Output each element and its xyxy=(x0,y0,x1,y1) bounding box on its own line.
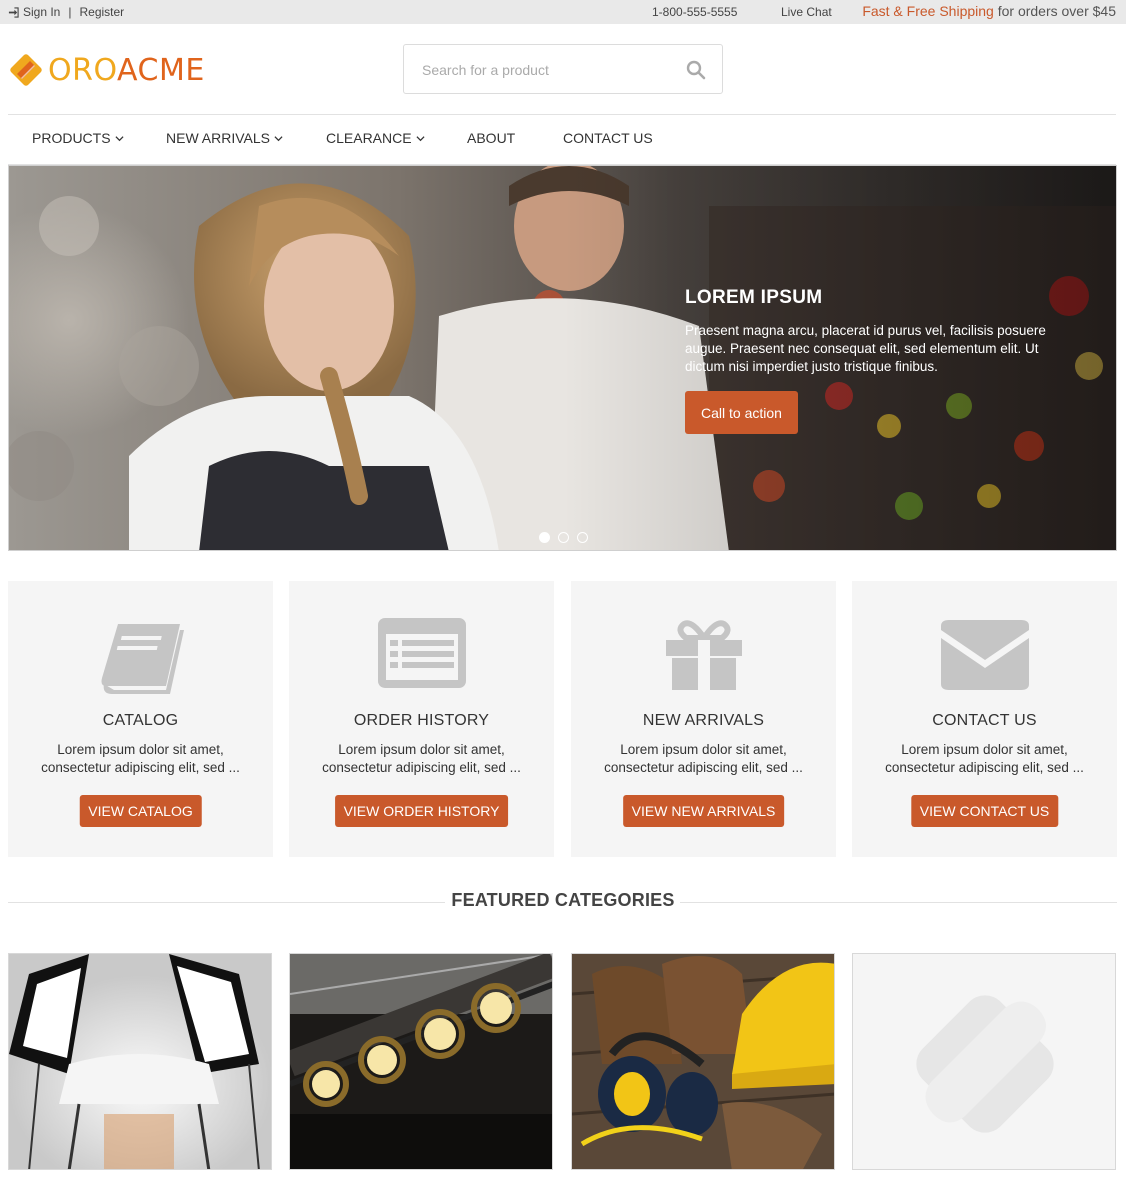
category-placeholder[interactable] xyxy=(852,953,1116,1170)
category-photo-studio[interactable] xyxy=(8,953,272,1170)
nav-item-new-arrivals[interactable]: NEW ARRIVALS xyxy=(166,130,283,146)
card-description: Lorem ipsum dolor sit amet, consectetur … xyxy=(885,742,1084,775)
card-icon-wrap xyxy=(571,616,836,696)
shipping-text: for orders over $45 xyxy=(993,3,1116,19)
card-description: Lorem ipsum dolor sit amet, consectetur … xyxy=(41,742,240,775)
nav-item-contact-us[interactable]: CONTACT US xyxy=(563,130,653,146)
hero-description: Praesent magna arcu, placerat id purus v… xyxy=(685,323,1046,374)
nav-label-clearance: CLEARANCE xyxy=(326,130,412,146)
logo-text: OROACME xyxy=(48,53,205,88)
hero-slider: LOREM IPSUM Praesent magna arcu, placera… xyxy=(8,165,1117,551)
chevron-down-icon xyxy=(115,135,124,141)
view-new-arrivals-button[interactable]: VIEW NEW ARRIVALS xyxy=(622,795,785,827)
card-description: Lorem ipsum dolor sit amet, consectetur … xyxy=(322,742,521,775)
nav-label-new-arrivals: NEW ARRIVALS xyxy=(166,130,270,146)
account-links: Sign In | Register xyxy=(8,5,124,19)
slider-dot-2[interactable] xyxy=(558,532,569,543)
slider-dots xyxy=(539,532,588,543)
list-alt-icon xyxy=(377,618,466,688)
card-title: NEW ARRIVALS xyxy=(642,712,765,729)
card-icon-wrap xyxy=(852,616,1117,696)
new-arrivals-card: NEW ARRIVALS Lorem ipsum dolor sit amet,… xyxy=(571,581,836,857)
shipping-accent[interactable]: Fast & Free Shipping xyxy=(862,3,994,19)
nav-label-products: PRODUCTS xyxy=(32,130,111,146)
book-icon xyxy=(101,624,184,694)
section-divider-right xyxy=(680,902,1117,903)
gift-icon xyxy=(665,620,742,690)
logo-mark-icon xyxy=(10,54,42,86)
sign-in-link[interactable]: Sign In xyxy=(23,5,60,19)
logo-text-acme: ACME xyxy=(117,52,205,88)
view-catalog-button[interactable]: VIEW CATALOG xyxy=(79,795,202,827)
chevron-down-icon xyxy=(416,135,425,141)
search-box xyxy=(403,44,723,94)
slider-dot-1[interactable] xyxy=(539,532,550,543)
order-history-card: ORDER HISTORY Lorem ipsum dolor sit amet… xyxy=(289,581,554,857)
sign-in-icon xyxy=(8,6,19,18)
card-title: CONTACT US xyxy=(932,712,1037,729)
nav-item-products[interactable]: PRODUCTS xyxy=(32,130,124,146)
card-description: Lorem ipsum dolor sit amet, consectetur … xyxy=(604,742,803,775)
logo-text-oro: ORO xyxy=(48,52,118,88)
nav-item-about[interactable]: ABOUT xyxy=(467,130,515,146)
envelope-icon xyxy=(940,620,1029,690)
search-input[interactable] xyxy=(420,59,670,81)
nav-item-clearance[interactable]: CLEARANCE xyxy=(326,130,425,146)
view-order-history-button[interactable]: VIEW ORDER HISTORY xyxy=(334,795,509,827)
hero-cta-button[interactable]: Call to action xyxy=(685,391,798,434)
card-title: CATALOG xyxy=(102,712,179,729)
chevron-down-icon xyxy=(274,135,283,141)
featured-categories-title: FEATURED CATEGORIES xyxy=(451,890,675,910)
search-icon[interactable] xyxy=(686,60,706,80)
top-bar: Sign In | Register 1-800-555-5555 Live C… xyxy=(0,0,1126,24)
category-image xyxy=(572,954,834,1169)
card-icon-wrap xyxy=(289,616,554,696)
register-link[interactable]: Register xyxy=(79,5,124,19)
header-divider xyxy=(8,114,1116,115)
category-image xyxy=(9,954,271,1169)
nav-label-contact-us: CONTACT US xyxy=(563,130,653,146)
separator: | xyxy=(68,5,72,19)
live-chat-link[interactable]: Live Chat xyxy=(781,5,832,19)
category-image xyxy=(290,954,552,1169)
category-safety-equipment[interactable] xyxy=(571,953,835,1170)
card-icon-wrap xyxy=(8,616,273,696)
shipping-banner: Fast & Free Shipping for orders over $45 xyxy=(862,3,1116,19)
nav-label-about: ABOUT xyxy=(467,130,516,146)
site-logo[interactable]: OROACME xyxy=(8,52,205,88)
card-title: ORDER HISTORY xyxy=(353,712,490,729)
phone-link[interactable]: 1-800-555-5555 xyxy=(652,5,737,19)
contact-us-card: CONTACT US Lorem ipsum dolor sit amet, c… xyxy=(852,581,1117,857)
placeholder-logo-icon xyxy=(853,954,1115,1169)
view-contact-us-button[interactable]: VIEW CONTACT US xyxy=(910,795,1059,827)
category-stage-lighting[interactable] xyxy=(289,953,553,1170)
catalog-card: CATALOG Lorem ipsum dolor sit amet, cons… xyxy=(8,581,273,857)
slider-dot-3[interactable] xyxy=(577,532,588,543)
hero-title: LOREM IPSUM xyxy=(685,287,823,308)
